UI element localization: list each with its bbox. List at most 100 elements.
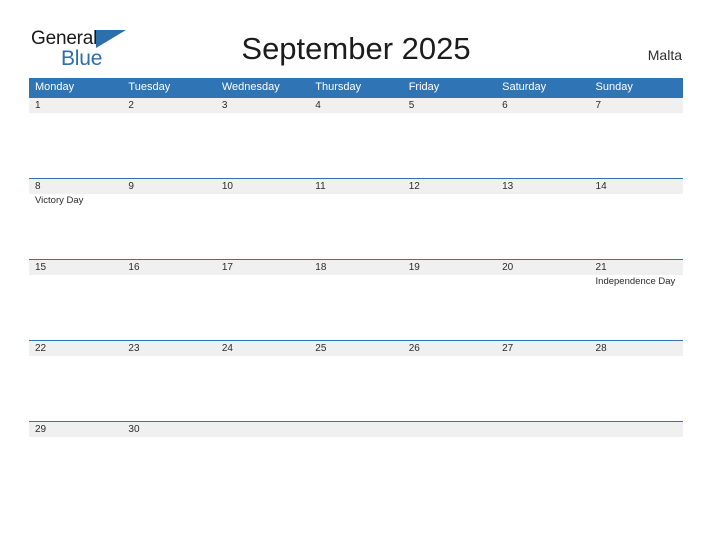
day-event [128,356,215,357]
day-cell[interactable]: 8 Victory Day [29,179,122,260]
day-number [596,422,683,437]
day-event [35,356,122,357]
day-cell[interactable]: 3 [216,98,309,179]
day-number: 2 [128,100,134,111]
day-cell[interactable] [216,422,309,503]
day-number: 14 [595,181,607,192]
day-event [128,194,215,195]
day-event [502,275,589,276]
day-cell[interactable]: 14 [590,179,683,260]
day-number: 18 [315,262,327,273]
day-cell[interactable]: 24 [216,341,309,422]
weekday-header-row: Monday Tuesday Wednesday Thursday Friday… [29,78,683,97]
week-row: 29 30 [29,421,683,502]
day-event [315,437,402,438]
day-number: 1 [35,100,41,111]
day-event [502,356,589,357]
day-number [502,422,589,437]
day-cell[interactable] [590,422,683,503]
day-cell[interactable]: 15 [29,260,122,341]
day-number: 16 [128,262,140,273]
day-event [596,437,683,438]
day-cell[interactable]: 9 [122,179,215,260]
day-event [128,113,215,114]
day-event [222,275,309,276]
weekday-monday: Monday [35,81,75,93]
day-number: 5 [408,100,415,111]
day-number: 7 [595,100,602,111]
day-cell[interactable]: 21 Independence Day [590,260,683,341]
day-event [596,356,683,357]
day-event [596,113,683,114]
day-cell[interactable]: 18 [309,260,402,341]
day-number: 24 [221,343,233,354]
day-event [128,275,215,276]
day-cell[interactable]: 16 [122,260,215,341]
day-number: 9 [128,181,134,192]
day-event [315,275,402,276]
day-event [315,194,402,195]
day-cell[interactable]: 20 [496,260,589,341]
day-cell[interactable]: 30 [122,422,215,503]
calendar-page: General Blue September 2025 Malta Monday… [0,0,712,550]
week-row: 22 23 24 25 26 27 28 [29,340,683,421]
day-number: 11 [315,181,326,192]
weekday-sunday: Sunday [595,81,633,93]
day-number: 13 [502,181,514,192]
day-cell[interactable]: 19 [403,260,496,341]
day-event [35,113,122,114]
day-cell[interactable]: 26 [403,341,496,422]
day-cell[interactable]: 22 [29,341,122,422]
day-cell[interactable]: 7 [590,98,683,179]
day-cell[interactable]: 27 [496,341,589,422]
day-number: 29 [35,424,47,435]
day-cell[interactable]: 29 [29,422,122,503]
day-cell[interactable]: 5 [403,98,496,179]
weekday-wednesday: Wednesday [221,81,280,93]
day-number [315,422,402,437]
day-event [222,113,309,114]
week-row: 15 16 17 18 19 20 21 Independence Day [29,259,683,340]
day-number: 30 [128,424,140,435]
day-cell[interactable]: 23 [122,341,215,422]
day-number: 20 [502,262,514,273]
day-cell[interactable]: 13 [496,179,589,260]
day-cell[interactable] [496,422,589,503]
day-event [409,356,496,357]
day-cell[interactable] [309,422,402,503]
week-row: 1 2 3 4 5 6 7 [29,97,683,178]
day-number: 22 [35,343,47,354]
day-cell[interactable]: 1 [29,98,122,179]
day-number: 15 [35,262,47,273]
day-number: 27 [502,343,514,354]
day-cell[interactable]: 17 [216,260,309,341]
day-number: 3 [221,100,228,111]
day-cell[interactable]: 10 [216,179,309,260]
day-number: 26 [408,343,420,354]
day-event [315,356,402,357]
day-number: 6 [502,100,508,111]
day-cell[interactable]: 25 [309,341,402,422]
region-label: Malta [647,47,682,63]
day-cell[interactable]: 12 [403,179,496,260]
day-cell[interactable] [403,422,496,503]
day-event [222,437,309,438]
day-number: 12 [408,181,420,192]
week-row: 8 Victory Day 9 10 11 12 13 14 [29,178,683,259]
day-number [222,422,309,437]
weekday-saturday: Saturday [502,81,547,93]
day-number: 4 [315,100,321,111]
day-event [222,356,309,357]
day-cell[interactable]: 11 [309,179,402,260]
page-title: September 2025 [241,31,471,66]
weekday-thursday: Thursday [315,81,362,93]
day-number: 23 [128,343,140,354]
day-event: Independence Day [595,276,676,287]
day-cell[interactable]: 28 [590,341,683,422]
day-cell[interactable]: 2 [122,98,215,179]
day-event [502,437,589,438]
day-cell[interactable]: 4 [309,98,402,179]
day-cell[interactable]: 6 [496,98,589,179]
day-number: 19 [408,262,420,273]
day-event [35,275,122,276]
